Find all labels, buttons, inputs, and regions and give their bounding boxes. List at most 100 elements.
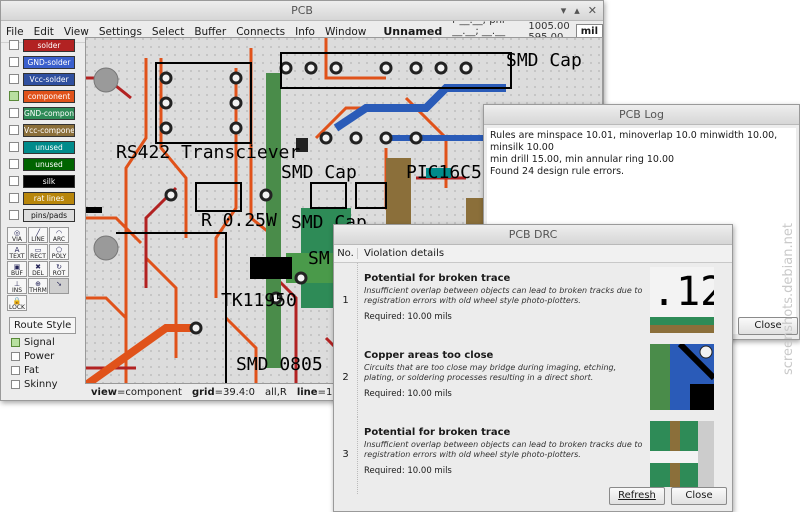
violation-list[interactable]: 1 Potential for broken trace Insufficient … xyxy=(334,263,732,499)
violation-row[interactable]: 2 Copper areas too close Circuits that are… xyxy=(334,340,732,417)
tool-label: DEL xyxy=(32,270,44,277)
layer-select-button[interactable]: Vcc-component xyxy=(23,123,75,137)
tool-button[interactable]: A TEXT xyxy=(7,244,27,260)
layer-select-button[interactable]: GND-component xyxy=(23,106,75,120)
violation-description: Circuits that are too close may bridge d… xyxy=(364,363,617,382)
layer-select-button[interactable]: silk xyxy=(23,174,75,188)
route-style-option[interactable]: Power xyxy=(11,350,83,362)
violation-thumbnail[interactable]: .12 xyxy=(650,267,714,333)
close-icon[interactable]: ✕ xyxy=(588,1,597,21)
route-style-button[interactable]: Route Style xyxy=(9,317,77,334)
column-number[interactable]: No. xyxy=(334,248,358,259)
tool-button[interactable]: ↻ ROT xyxy=(49,261,69,277)
tool-button[interactable]: ✖ DEL xyxy=(28,261,48,277)
svg-text:.12: .12 xyxy=(652,269,714,315)
violation-details: Copper areas too close Circuits that are … xyxy=(358,340,650,417)
layer-select-button[interactable]: GND-solder xyxy=(23,55,75,69)
tool-button[interactable]: ⬠ POLY xyxy=(49,244,69,260)
drc-close-button[interactable]: Close xyxy=(671,487,727,505)
menu-buffer[interactable]: Buffer xyxy=(189,26,231,38)
refresh-button[interactable]: Refresh xyxy=(609,487,665,505)
violation-thumbnail[interactable] xyxy=(650,421,714,487)
layer-select-button[interactable]: unused xyxy=(23,157,75,171)
pcb-titlebar[interactable]: PCB ▾ ▴ ✕ xyxy=(1,1,603,21)
violation-row[interactable]: 1 Potential for broken trace Insufficient … xyxy=(334,263,732,340)
tool-button[interactable]: ▣ BUF xyxy=(7,261,27,277)
layer-visibility-checkbox[interactable] xyxy=(9,210,19,220)
menu-connects[interactable]: Connects xyxy=(231,26,290,38)
tool-button[interactable]: ▭ RECT xyxy=(28,244,48,260)
silk-label-pic: PIC16C5 xyxy=(406,162,482,183)
tool-label: BUF xyxy=(11,270,23,277)
tool-button[interactable]: ⊥ INS xyxy=(7,278,27,294)
column-violation-details[interactable]: Violation details xyxy=(358,248,444,259)
layer-visibility-checkbox[interactable] xyxy=(9,74,19,84)
layer-visibility-checkbox[interactable] xyxy=(9,142,19,152)
layer-visibility-checkbox[interactable] xyxy=(9,40,19,50)
layer-row[interactable]: unused xyxy=(3,156,83,172)
layer-select-button[interactable]: rat lines xyxy=(23,191,75,205)
route-style-option[interactable]: Skinny xyxy=(11,378,83,390)
layer-select-button[interactable]: Vcc-solder xyxy=(23,72,75,86)
layer-row[interactable]: GND-component xyxy=(3,105,83,121)
tool-button[interactable]: ➘ xyxy=(49,278,69,294)
layer-visibility-checkbox[interactable] xyxy=(9,57,19,67)
menu-window[interactable]: Window xyxy=(320,26,371,38)
maximize-icon[interactable]: ▴ xyxy=(574,1,580,21)
layer-row[interactable]: pins/pads xyxy=(3,207,83,223)
status-grid: grid=39.4:0 xyxy=(191,386,256,398)
minimize-icon[interactable]: ▾ xyxy=(561,1,567,21)
silk-label-smdcap-1: SMD Cap xyxy=(281,162,357,183)
route-style-label: Signal xyxy=(24,336,55,348)
layer-row[interactable]: component xyxy=(3,88,83,104)
tool-button[interactable]: ◎ VIA xyxy=(7,227,27,243)
route-style-radio[interactable] xyxy=(11,379,20,389)
layer-row[interactable]: GND-solder xyxy=(3,54,83,70)
layer-row[interactable]: silk xyxy=(3,173,83,189)
tool-label: POLY xyxy=(51,253,67,260)
route-style-radio[interactable] xyxy=(11,351,20,361)
drc-titlebar[interactable]: PCB DRC xyxy=(334,225,732,245)
violation-title: Potential for broken trace xyxy=(364,427,511,438)
route-style-option[interactable]: Signal xyxy=(11,336,83,348)
route-style-option[interactable]: Fat xyxy=(11,364,83,376)
menu-select[interactable]: Select xyxy=(147,26,189,38)
route-style-list: Signal Power Fat Skinny xyxy=(3,336,83,390)
status-view: view=component xyxy=(91,386,182,398)
menu-view[interactable]: View xyxy=(59,26,94,38)
tool-label: LINE xyxy=(31,236,45,243)
layer-select-button[interactable]: component xyxy=(23,89,75,103)
layer-row[interactable]: rat lines xyxy=(3,190,83,206)
layer-visibility-checkbox[interactable] xyxy=(9,108,19,118)
log-titlebar[interactable]: PCB Log xyxy=(484,105,799,125)
violation-thumbnail[interactable] xyxy=(650,344,714,410)
layer-select-button[interactable]: solder xyxy=(23,38,75,52)
silk-label-rs422: RS422 Transciever xyxy=(116,142,300,163)
violation-requirement: Required: 10.00 mils xyxy=(364,312,452,322)
tool-button[interactable]: ⊕ THRM xyxy=(28,278,48,294)
menu-info[interactable]: Info xyxy=(290,26,320,38)
route-style-radio[interactable] xyxy=(11,365,20,375)
layer-row[interactable]: Vcc-solder xyxy=(3,71,83,87)
menu-settings[interactable]: Settings xyxy=(94,26,147,38)
tool-button[interactable]: 🔒 LOCK xyxy=(7,295,27,311)
layer-row[interactable]: unused xyxy=(3,139,83,155)
menu-file[interactable]: File xyxy=(1,26,29,38)
layer-row[interactable]: Vcc-component xyxy=(3,122,83,138)
layer-visibility-checkbox[interactable] xyxy=(9,176,19,186)
layer-visibility-checkbox[interactable] xyxy=(9,193,19,203)
violation-thumbnail-image xyxy=(650,344,714,410)
tool-button[interactable]: ◠ ARC xyxy=(49,227,69,243)
route-style-radio[interactable] xyxy=(11,337,20,347)
layer-select-button[interactable]: pins/pads xyxy=(23,208,75,222)
layer-visibility-checkbox[interactable] xyxy=(9,159,19,169)
layer-select-button[interactable]: unused xyxy=(23,140,75,154)
drc-footer: Refresh Close xyxy=(334,481,732,511)
layer-row[interactable]: solder xyxy=(3,37,83,53)
layer-visibility-checkbox[interactable] xyxy=(9,91,19,101)
menu-edit[interactable]: Edit xyxy=(29,26,59,38)
tool-button[interactable]: ╱ LINE xyxy=(28,227,48,243)
watermark-text: screenshots.debian.net xyxy=(781,223,796,375)
layer-visibility-checkbox[interactable] xyxy=(9,125,19,135)
route-style-label: Skinny xyxy=(24,378,58,390)
